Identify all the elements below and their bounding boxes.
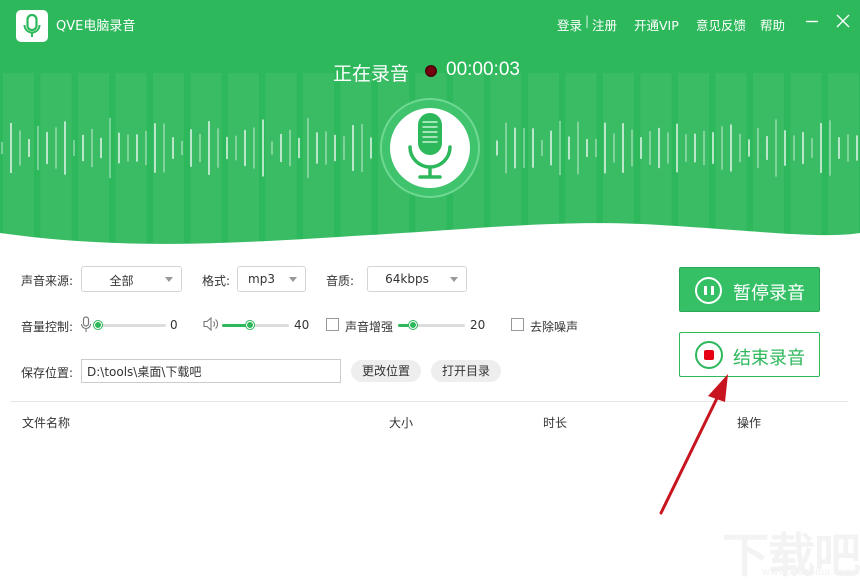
denoise-checkbox[interactable] <box>511 318 524 331</box>
annotation-arrow <box>659 374 728 515</box>
sound-boost-slider[interactable] <box>398 319 465 331</box>
recording-timer: 00:00:03 <box>446 59 520 80</box>
quality-value: 64kbps <box>385 272 429 286</box>
help-link[interactable]: 帮助 <box>760 15 785 34</box>
chevron-down-icon <box>450 277 458 282</box>
sound-boost-value: 20 <box>470 318 486 332</box>
recording-status: 正在录音 <box>333 63 410 85</box>
pause-recording-label: 暂停录音 <box>733 283 805 304</box>
source-label: 声音来源: <box>21 274 74 288</box>
feedback-link[interactable]: 意见反馈 <box>696 15 746 34</box>
app-title: QVE电脑录音 <box>56 19 136 34</box>
source-value: 全部 <box>109 274 134 288</box>
pause-icon <box>695 277 722 304</box>
speaker-volume-slider[interactable] <box>222 319 289 331</box>
chevron-down-icon <box>289 277 297 282</box>
slider-knob[interactable] <box>409 321 417 329</box>
format-value: mp3 <box>248 272 275 286</box>
speaker-volume-value: 40 <box>294 318 310 332</box>
quality-label: 音质: <box>326 274 355 288</box>
header-panel: QVE电脑录音 登录 | 注册 开通VIP 意见反馈 帮助 正在录音 00:00… <box>0 0 860 260</box>
quality-select[interactable]: 64kbps <box>367 266 467 292</box>
stop-icon <box>695 341 723 369</box>
column-header-duration: 时长 <box>543 416 568 430</box>
column-header-filename: 文件名称 <box>22 416 71 430</box>
recording-indicator-dot <box>425 65 437 77</box>
microphone-logo-icon <box>23 13 41 37</box>
app-window: QVE电脑录音 登录 | 注册 开通VIP 意见反馈 帮助 正在录音 00:00… <box>0 0 860 580</box>
register-link[interactable]: 注册 <box>592 15 617 34</box>
minimize-icon <box>806 20 818 23</box>
slider-track <box>98 324 166 327</box>
stop-recording-label: 结束录音 <box>733 348 805 369</box>
microphone-icon <box>80 316 92 332</box>
open-folder-button[interactable]: 打开目录 <box>431 360 501 382</box>
watermark-url: www.xiazaiba.com <box>762 567 855 578</box>
app-logo <box>16 10 48 42</box>
save-location-label: 保存位置: <box>21 366 74 380</box>
recording-microphone-icon <box>380 98 480 198</box>
header-wave-shape <box>0 223 860 260</box>
source-select[interactable]: 全部 <box>81 266 182 292</box>
speaker-icon <box>203 317 218 331</box>
pause-recording-button[interactable]: 暂停录音 <box>679 267 820 312</box>
nav-separator: | <box>585 14 590 28</box>
slider-knob[interactable] <box>246 321 254 329</box>
close-button[interactable] <box>832 9 854 33</box>
format-label: 格式: <box>202 274 231 288</box>
chevron-down-icon <box>165 277 173 282</box>
sound-boost-label: 声音增强 <box>345 320 394 334</box>
format-select[interactable]: mp3 <box>237 266 306 292</box>
mic-volume-slider[interactable] <box>94 319 166 331</box>
column-header-actions: 操作 <box>737 416 762 430</box>
change-location-button[interactable]: 更改位置 <box>351 360 421 382</box>
volume-control-label: 音量控制: <box>21 320 74 334</box>
login-link[interactable]: 登录 <box>557 15 582 34</box>
minimize-button[interactable] <box>801 9 823 33</box>
sound-boost-checkbox[interactable] <box>326 318 339 331</box>
save-path-input[interactable] <box>81 359 341 383</box>
column-header-size: 大小 <box>389 416 414 430</box>
denoise-label: 去除噪声 <box>530 320 579 334</box>
mic-volume-value: 0 <box>170 318 178 332</box>
open-vip-link[interactable]: 开通VIP <box>634 15 679 34</box>
slider-knob[interactable] <box>94 321 102 329</box>
close-icon <box>836 14 850 28</box>
